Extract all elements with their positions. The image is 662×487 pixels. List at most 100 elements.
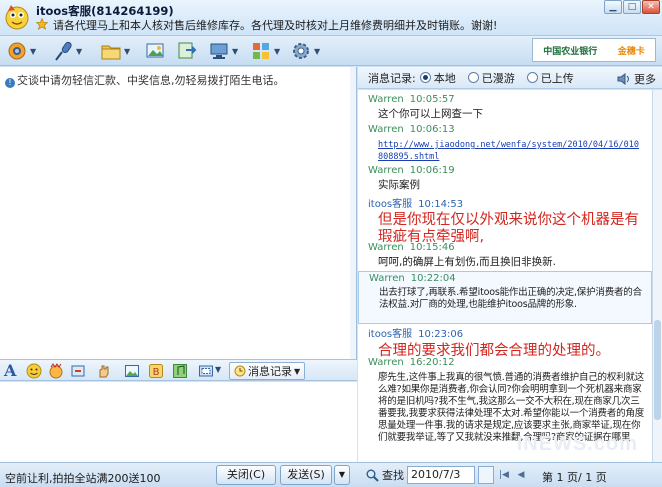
message-sender: Warren [368,357,404,368]
svg-text:B: B [153,367,160,378]
chevron-down-icon[interactable]: ▼ [124,47,130,56]
font-button[interactable]: A [4,361,16,380]
bank-card-name: 金穗卡 [617,46,645,57]
magic-emoji-icon[interactable] [48,363,64,379]
message-input[interactable] [0,382,357,462]
chevron-down-icon[interactable]: ▼ [274,47,280,56]
hand-icon[interactable] [96,363,112,379]
gear-icon [293,43,309,59]
message-time: 16:20:12 [409,357,455,368]
chevron-down-icon: ▼ [294,366,301,376]
chevron-down-icon[interactable]: ▼ [232,47,238,56]
history-scrollbar[interactable] [652,90,662,462]
screenshot-icon[interactable] [198,363,214,379]
send-file-button[interactable]: ▼ [100,40,130,62]
radio-local[interactable] [419,72,431,83]
settings-button[interactable]: ▼ [290,40,320,62]
send-button[interactable]: 发送(S) [280,465,332,485]
chat-scrollbar[interactable] [350,67,356,359]
app-center-button[interactable]: ▼ [250,40,280,62]
history-message-selected: Warren 10:22:04 出去打球了,再联系.希望itoos能作出正确的决定… [358,271,652,324]
history-message: Warren 10:15:46 呵呵,的确屏上有划伤,而且换旧非换新. [358,242,652,269]
watermark-text: INEWS.com [516,433,638,455]
radio-uploaded[interactable] [526,72,538,83]
first-page-icon[interactable]: |◀ [497,467,511,483]
history-list: Warren 10:05:57 这个你可以上网查一下 Warren 10:06:13… [358,90,652,462]
picture-icon [146,43,164,58]
bank-ad-banner[interactable]: 中国农业银行 金穗卡 [532,38,656,62]
message-history-label: 消息记录 [248,365,292,378]
promo-link[interactable]: 空前让利,拍拍全站满200送100 [5,470,161,486]
security-warning: ! 交谈中请勿轻信汇款、中奖信息,勿轻易拨打陌生电话。 [5,72,285,88]
image-button[interactable] [144,40,166,62]
history-option-label: 已上传 [540,71,574,85]
send-options-button[interactable]: ▼ [334,465,350,485]
close-window-button[interactable]: ✕ [642,0,660,14]
chevron-down-icon[interactable]: ▼ [215,365,221,374]
minimize-button[interactable]: ▁ [604,0,622,14]
search-icon[interactable] [366,469,379,482]
security-warning-text: 交谈中请勿轻信汇款、中奖信息,勿轻易拨打陌生电话。 [17,74,285,87]
image-icon[interactable] [124,363,140,379]
transfer-button[interactable] [176,40,198,62]
music-icon[interactable] [172,363,188,379]
video-button[interactable]: ▼ [6,40,36,62]
history-message: Warren 10:06:13 http://www.jiaodong.net/w… [358,124,652,163]
transfer-icon [178,42,197,59]
shake-window-icon[interactable] [70,363,86,379]
calendar-icon[interactable] [478,466,494,484]
history-option-uploaded[interactable]: 已上传 [526,70,574,86]
message-history-button[interactable]: 消息记录 ▼ [229,362,306,380]
message-time: 10:22:04 [410,273,456,284]
chat-display-area: ! 交谈中请勿轻信汇款、中奖信息,勿轻易拨打陌生电话。 [0,67,357,359]
history-message: Warren 10:05:57 这个你可以上网查一下 [358,94,652,121]
more-label: 更多 [634,73,656,86]
monitor-icon [210,43,228,59]
message-time: 10:23:06 [418,329,464,340]
maximize-button[interactable]: □ [623,0,641,14]
message-time: 10:06:13 [409,124,455,135]
chevron-down-icon[interactable]: ▼ [76,47,82,56]
message-text: 出去打球了,再联系.希望itoos能作出正确的决定,保护消费者的合法权益.对厂商… [379,287,642,310]
message-link[interactable]: http://www.jiaodong.net/wenfa/system/201… [358,139,652,163]
format-toolbar: A B ▼ 消息记录 ▼ [0,359,357,381]
folder-icon [101,45,121,60]
apps-icon [253,43,269,59]
prev-page-icon[interactable]: ◀ [514,467,528,483]
history-option-local[interactable]: 本地 [419,70,456,86]
clock-icon [234,365,246,377]
message-text: 实际案例 [378,179,420,191]
voice-button[interactable]: ▼ [52,40,82,62]
speaker-icon [617,73,629,85]
app-logo-icon [5,5,29,30]
history-search: 查找 2010/7/3 |◀ ◀ [366,466,528,484]
history-option-roamed[interactable]: 已漫游 [467,70,515,86]
history-message: itoos客服 10:23:06 合理的要求我们都会合理的处理的。 [358,325,652,360]
history-option-label: 本地 [433,71,456,85]
message-text: 呵呵,的确屏上有划伤,而且换旧非换新. [378,256,557,268]
remote-assist-button[interactable]: ▼ [208,40,238,62]
message-time: 10:06:19 [409,165,455,176]
video-camera-icon [8,42,26,60]
message-sender: Warren [369,273,405,284]
sticker-icon[interactable]: B [148,363,164,379]
chevron-down-icon[interactable]: ▼ [314,47,320,56]
close-button[interactable]: 关闭(C) [216,465,276,485]
history-message: Warren 10:06:19 实际案例 [358,165,652,192]
history-label: 消息记录: [368,71,416,85]
chevron-down-icon[interactable]: ▼ [30,47,36,56]
scrollbar-thumb[interactable] [654,320,661,420]
page-indicator: 第 1 页/ 1 页 [542,471,607,484]
history-option-label: 已漫游 [481,71,515,85]
history-message: Warren 16:20:12 廖先生,这件事上我真的很气愤.普通的消费者维护自己… [358,357,652,444]
radio-roamed[interactable] [467,72,479,83]
message-sender: Warren [368,165,404,176]
emoji-icon[interactable] [26,363,42,379]
star-icon [36,18,48,30]
search-label[interactable]: 查找 [382,467,404,483]
date-field[interactable]: 2010/7/3 [407,466,475,484]
more-button[interactable]: 更多 [617,71,656,87]
message-text: 这个你可以上网查一下 [378,108,483,120]
message-sender: Warren [368,94,404,105]
bank-name: 中国农业银行 [543,46,598,57]
